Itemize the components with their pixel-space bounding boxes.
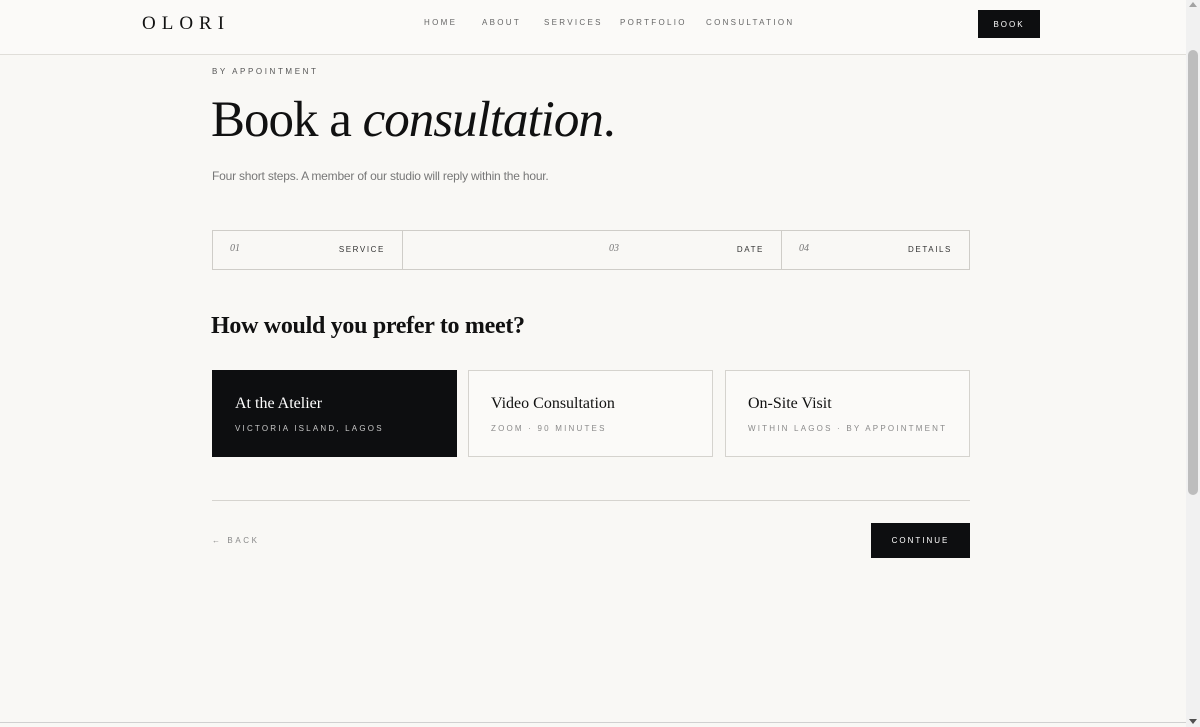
option-subtitle: WITHIN LAGOS · BY APPOINTMENT [748, 424, 948, 433]
scroll-up-icon[interactable] [1189, 2, 1197, 7]
site-header: OLORI HOME ABOUT SERVICES PORTFOLIO CONS… [0, 0, 1186, 55]
title-end: . [602, 92, 616, 148]
option-video[interactable]: Video Consultation ZOOM · 90 MINUTES [468, 370, 713, 457]
option-subtitle: VICTORIA ISLAND, LAGOS [235, 424, 384, 433]
title-emphasis: consultation [362, 92, 604, 148]
option-title: At the Atelier [235, 395, 323, 412]
nav-portfolio[interactable]: PORTFOLIO [620, 18, 687, 27]
option-onsite[interactable]: On-Site Visit WITHIN LAGOS · BY APPOINTM… [725, 370, 970, 457]
step-details[interactable]: 04 DETAILS [782, 231, 969, 269]
scrollbar-thumb[interactable] [1188, 50, 1198, 495]
option-title: On-Site Visit [748, 395, 832, 412]
step-number: 04 [799, 243, 809, 254]
option-atelier[interactable]: At the Atelier VICTORIA ISLAND, LAGOS [212, 370, 457, 457]
divider [212, 500, 970, 501]
meeting-options: At the Atelier VICTORIA ISLAND, LAGOS Vi… [212, 370, 970, 457]
step-label: SERVICE [338, 245, 385, 254]
eyebrow-label: BY APPOINTMENT [212, 67, 319, 76]
title-start: Book a [211, 92, 363, 148]
nav-home[interactable]: HOME [424, 18, 457, 27]
option-title: Video Consultation [491, 395, 615, 412]
back-button[interactable]: ← BACK [212, 536, 260, 545]
vertical-scrollbar[interactable] [1186, 0, 1200, 727]
step-service[interactable]: 01 SERVICE [213, 231, 403, 269]
bottom-divider [0, 722, 1186, 723]
step-date[interactable]: 03 DATE [403, 231, 782, 269]
question-heading: How would you prefer to meet? [211, 313, 525, 339]
step-label: DETAILS [908, 245, 952, 254]
nav-about[interactable]: ABOUT [482, 18, 521, 27]
scroll-down-icon[interactable] [1189, 719, 1197, 724]
page-title: Book a consultation. [211, 91, 616, 149]
step-label: DATE [736, 245, 764, 254]
nav-services[interactable]: SERVICES [544, 18, 603, 27]
book-button[interactable]: BOOK [978, 10, 1040, 38]
logo[interactable]: OLORI [142, 13, 230, 35]
option-subtitle: ZOOM · 90 MINUTES [491, 424, 607, 433]
page-subtitle: Four short steps. A member of our studio… [212, 169, 549, 183]
step-number: 01 [230, 243, 240, 254]
step-indicator: 01 SERVICE 03 DATE 04 DETAILS [212, 230, 970, 270]
step-number: 03 [609, 243, 619, 254]
continue-button[interactable]: CONTINUE [871, 523, 970, 558]
nav-consultation[interactable]: CONSULTATION [706, 18, 795, 27]
